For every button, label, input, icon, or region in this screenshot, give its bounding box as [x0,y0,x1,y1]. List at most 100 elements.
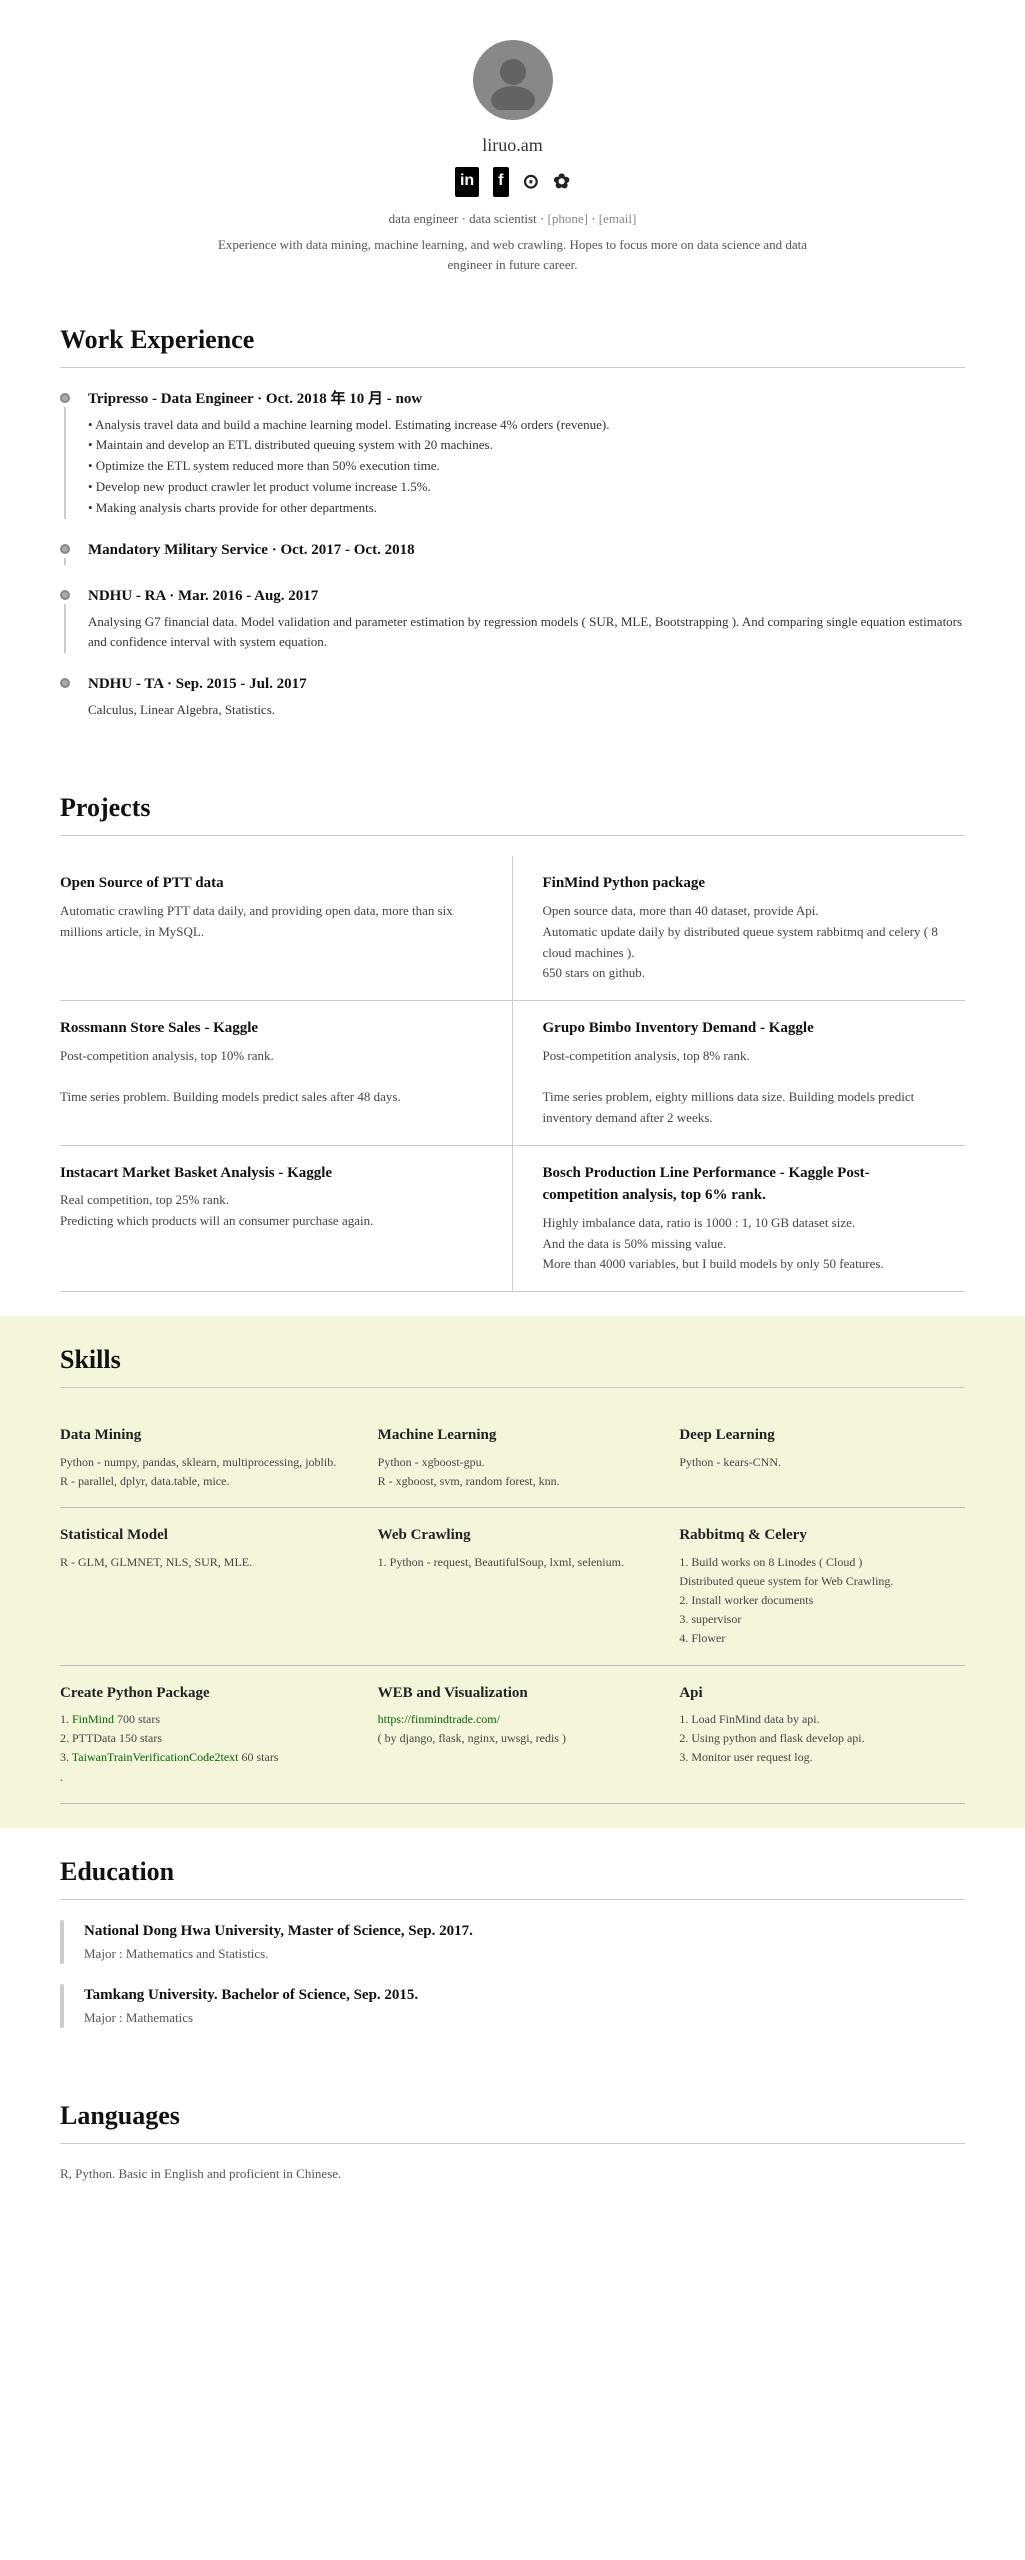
work-item-1: Tripresso - Data Engineer · Oct. 2018 年 … [60,388,965,518]
skills-divider [60,1387,965,1388]
project-instacart-title: Instacart Market Basket Analysis - Kaggl… [60,1162,482,1185]
work-experience-section: Work Experience Tripresso - Data Enginee… [0,296,1025,764]
projects-section: Projects Open Source of PTT data Automat… [0,764,1025,1316]
github-icon[interactable]: ⊙ [523,167,540,197]
languages-divider [60,2143,965,2144]
skill-ml-title: Machine Learning [378,1424,648,1447]
edu-item-2: Tamkang University. Bachelor of Science,… [60,1984,965,2028]
skill-rabbitmq-title: Rabbitmq & Celery [679,1524,945,1547]
skill-stat-desc: R - GLM, GLMNET, NLS, SUR, MLE. [60,1553,342,1572]
edu-title-2: Tamkang University. Bachelor of Science,… [84,1984,965,2007]
edu-desc-2: Major : Mathematics [84,2008,965,2028]
skill-ml-desc: Python - xgboost-gpu.R - xgboost, svm, r… [378,1453,648,1491]
work-item-3: NDHU - RA · Mar. 2016 - Aug. 2017 Analys… [60,585,965,653]
work-desc-3: Analysing G7 financial data. Model valid… [88,612,965,654]
skill-api-title: Api [679,1682,945,1705]
skill-stat-title: Statistical Model [60,1524,342,1547]
skill-api-desc: 1. Load FinMind data by api.2. Using pyt… [679,1710,945,1768]
skills-title: Skills [60,1340,965,1379]
project-bimbo-desc: Post-competition analysis, top 8% rank.T… [543,1046,946,1129]
project-finmind-title: FinMind Python package [543,872,946,895]
skill-python-package: Create Python Package 1. FinMind 700 sta… [60,1666,362,1804]
skill-data-mining: Data Mining Python - numpy, pandas, skle… [60,1408,362,1508]
skills-grid: Data Mining Python - numpy, pandas, skle… [60,1408,965,1804]
skill-rabbitmq: Rabbitmq & Celery 1. Build works on 8 Li… [663,1508,965,1665]
work-content-1: Tripresso - Data Engineer · Oct. 2018 年 … [88,388,965,518]
project-bosch: Bosch Production Line Performance - Kagg… [513,1146,966,1292]
work-content-2: Mandatory Military Service · Oct. 2017 -… [88,539,965,566]
project-finmind: FinMind Python package Open source data,… [513,856,966,1001]
profile-name: liruo.am [20,132,1005,159]
projects-divider [60,835,965,836]
project-rossmann: Rossmann Store Sales - Kaggle Post-compe… [60,1001,513,1146]
work-content-4: NDHU - TA · Sep. 2015 - Jul. 2017 Calcul… [88,673,965,720]
work-content-3: NDHU - RA · Mar. 2016 - Aug. 2017 Analys… [88,585,965,653]
edu-line-2 [60,1984,64,2028]
project-bosch-desc: Highly imbalance data, ratio is 1000 : 1… [543,1213,946,1275]
project-rossmann-title: Rossmann Store Sales - Kaggle [60,1017,482,1040]
timeline-1 [60,393,70,518]
skill-web-desc: https://finmindtrade.com/ ( by django, f… [378,1710,648,1748]
project-ptt-desc: Automatic crawling PTT data daily, and p… [60,901,482,943]
projects-grid: Open Source of PTT data Automatic crawli… [60,856,965,1292]
edu-content-1: National Dong Hwa University, Master of … [84,1920,965,1964]
profile-subtitle: data engineer · data scientist · [phone]… [20,209,1005,229]
project-finmind-desc: Open source data, more than 40 dataset, … [543,901,946,984]
work-item-2: Mandatory Military Service · Oct. 2017 -… [60,539,965,566]
work-title-3: NDHU - RA · Mar. 2016 - Aug. 2017 [88,585,965,608]
work-divider [60,367,965,368]
education-divider [60,1899,965,1900]
education-title: Education [60,1852,965,1891]
work-title-4: NDHU - TA · Sep. 2015 - Jul. 2017 [88,673,965,696]
skill-api: Api 1. Load FinMind data by api.2. Using… [663,1666,965,1804]
project-ptt: Open Source of PTT data Automatic crawli… [60,856,513,1001]
edu-content-2: Tamkang University. Bachelor of Science,… [84,1984,965,2028]
profile-description: Experience with data mining, machine lea… [213,235,813,277]
skill-dl-desc: Python - kears-CNN. [679,1453,945,1472]
skill-web: WEB and Visualization https://finmindtra… [362,1666,664,1804]
languages-desc: R, Python. Basic in English and proficie… [60,2164,965,2184]
timeline-2 [60,544,70,566]
project-bimbo: Grupo Bimbo Inventory Demand - Kaggle Po… [513,1001,966,1146]
skill-data-mining-title: Data Mining [60,1424,342,1447]
skill-python-package-desc: 1. FinMind 700 stars 2. PTTData 150 star… [60,1710,342,1787]
project-bimbo-title: Grupo Bimbo Inventory Demand - Kaggle [543,1017,946,1040]
project-instacart-desc: Real competition, top 25% rank.Predictin… [60,1190,482,1232]
linkedin-icon[interactable]: in [455,167,479,197]
link-icon[interactable]: ✿ [553,167,570,197]
work-experience-title: Work Experience [60,320,965,359]
skill-web-crawling-desc: 1. Python - request, BeautifulSoup, lxml… [378,1553,648,1572]
skill-web-crawling-title: Web Crawling [378,1524,648,1547]
edu-title-1: National Dong Hwa University, Master of … [84,1920,965,1943]
project-instacart: Instacart Market Basket Analysis - Kaggl… [60,1146,513,1292]
skill-stat: Statistical Model R - GLM, GLMNET, NLS, … [60,1508,362,1665]
finmind-link[interactable]: FinMind [72,1712,114,1726]
work-desc-4: Calculus, Linear Algebra, Statistics. [88,700,965,721]
skill-rabbitmq-desc: 1. Build works on 8 Linodes ( Cloud )Dis… [679,1553,945,1649]
work-title-1: Tripresso - Data Engineer · Oct. 2018 年 … [88,388,965,411]
skills-section: Skills Data Mining Python - numpy, panda… [0,1316,1025,1828]
languages-title: Languages [60,2096,965,2135]
edu-line-1 [60,1920,64,1964]
avatar [473,40,553,120]
skill-ml: Machine Learning Python - xgboost-gpu.R … [362,1408,664,1508]
skill-web-title: WEB and Visualization [378,1682,648,1705]
education-section: Education National Dong Hwa University, … [0,1828,1025,2072]
project-ptt-title: Open Source of PTT data [60,872,482,895]
skill-python-package-title: Create Python Package [60,1682,342,1705]
profile-section: liruo.am in f ⊙ ✿ data engineer · data s… [0,0,1025,296]
facebook-icon[interactable]: f [493,167,508,197]
projects-title: Projects [60,788,965,827]
languages-section: Languages R, Python. Basic in English an… [0,2072,1025,2208]
finmindtrade-link[interactable]: https://finmindtrade.com/ [378,1712,500,1726]
skill-data-mining-desc: Python - numpy, pandas, sklearn, multipr… [60,1453,342,1491]
skill-web-crawling: Web Crawling 1. Python - request, Beauti… [362,1508,664,1665]
project-rossmann-desc: Post-competition analysis, top 10% rank.… [60,1046,482,1108]
work-title-2: Mandatory Military Service · Oct. 2017 -… [88,539,965,562]
edu-desc-1: Major : Mathematics and Statistics. [84,1944,965,1964]
edu-item-1: National Dong Hwa University, Master of … [60,1920,965,1964]
skill-dl: Deep Learning Python - kears-CNN. [663,1408,965,1508]
taiwan-link[interactable]: TaiwanTrainVerificationCode2text [72,1750,239,1764]
work-desc-1: • Analysis travel data and build a machi… [88,415,965,519]
project-bosch-title: Bosch Production Line Performance - Kagg… [543,1162,946,1207]
